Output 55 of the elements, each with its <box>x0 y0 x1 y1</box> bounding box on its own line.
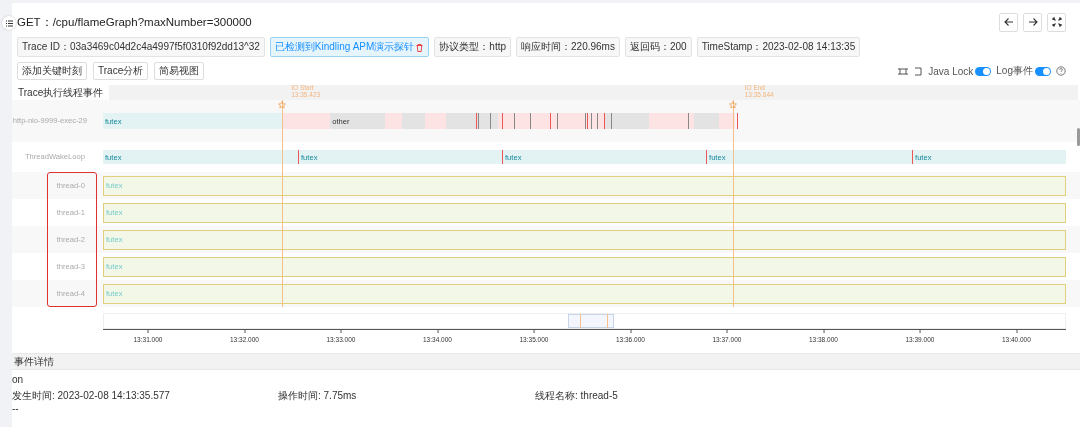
info-tag: 响应时间：220.96ms <box>516 37 620 57</box>
toggle-label: Log事件 <box>996 64 1033 78</box>
page-title: GET：/cpu/flameGraph?maxNumber=300000 <box>17 14 253 30</box>
fullscreen-button[interactable] <box>1047 12 1066 32</box>
event-segment[interactable] <box>497 113 518 129</box>
trash-icon <box>415 42 425 52</box>
action-button[interactable]: 简易视图 <box>154 62 205 80</box>
event-mark <box>736 113 738 129</box>
event-mark <box>556 113 558 129</box>
toggle-switch[interactable] <box>975 66 992 76</box>
event-mark <box>603 113 605 129</box>
event-mark <box>514 113 516 129</box>
marker-line <box>579 314 581 328</box>
fullscreen-icon <box>1051 17 1062 27</box>
back-button[interactable] <box>999 12 1018 32</box>
info-tag: 返回码：200 <box>624 37 692 57</box>
info-tag: Trace ID：03a3469c04d2c4a4997f5f0310f92dd13^32 <box>17 37 265 57</box>
menu-icon <box>4 18 14 28</box>
event-mark <box>687 113 689 129</box>
event-mark <box>549 113 551 129</box>
star-icon <box>278 101 287 109</box>
toggle-switch[interactable] <box>1035 66 1051 76</box>
range-selector[interactable] <box>568 314 615 328</box>
left-arrow-icon <box>1003 17 1014 27</box>
event-mark <box>529 113 531 129</box>
detail-field: 线程名称: thread-5 <box>535 389 1080 402</box>
marker-line <box>606 314 608 328</box>
empty-value: -- <box>12 403 20 416</box>
event-mark <box>597 113 598 129</box>
scrollbar[interactable] <box>1077 128 1080 146</box>
help-icon <box>1056 66 1066 76</box>
info-tag: 协议类型：http <box>434 37 511 57</box>
star-icon <box>728 101 737 109</box>
section-title: 事件详情 <box>14 354 54 369</box>
crop-icon <box>898 66 909 76</box>
menu-button[interactable] <box>2 16 16 30</box>
action-button[interactable]: Trace分析 <box>93 62 149 80</box>
toggle-label: Java Lock <box>928 65 974 77</box>
event-segment[interactable] <box>603 113 649 129</box>
forward-button[interactable] <box>1023 12 1042 32</box>
event-mark <box>610 113 612 129</box>
event-mark <box>501 113 503 129</box>
detail-field: 操作时间: 7.75ms <box>278 389 535 402</box>
event-mark <box>490 113 492 129</box>
bracket-icon <box>913 66 924 76</box>
event-segment[interactable] <box>517 113 554 129</box>
event-name: on <box>12 374 25 387</box>
right-arrow-icon <box>1027 17 1038 27</box>
event-mark <box>591 113 593 129</box>
probe-tag: 已检测到Kindling APM演示探针 <box>269 37 430 57</box>
section-title: Trace执行线程事件 <box>17 85 105 100</box>
action-button[interactable]: 添加关键时刻 <box>17 62 87 80</box>
info-tag: TimeStamp：2023-02-08 14:13:35 <box>696 37 861 57</box>
event-segment[interactable] <box>445 113 498 129</box>
detail-field: 发生时间: 2023-02-08 14:13:35.577 <box>12 389 278 402</box>
